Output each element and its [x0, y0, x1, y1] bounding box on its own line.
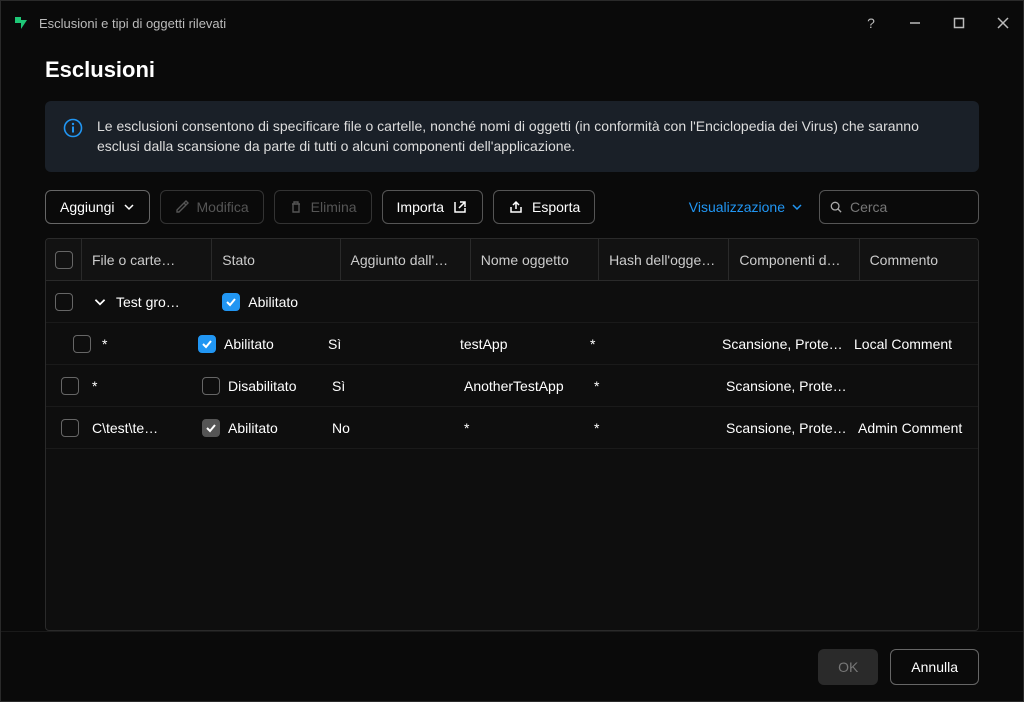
export-button[interactable]: Esporta	[493, 190, 595, 224]
search-field[interactable]	[819, 190, 979, 224]
cell-hash: *	[594, 420, 599, 436]
cell-hash: *	[590, 336, 595, 352]
select-all-column[interactable]	[46, 239, 82, 280]
cancel-button[interactable]: Annulla	[890, 649, 979, 685]
exclusions-table: File o carte… Stato Aggiunto dall'… Nome…	[45, 238, 979, 631]
info-banner: Le esclusioni consentono di specificare …	[45, 101, 979, 172]
status-checkbox[interactable]	[202, 377, 220, 395]
edit-button: Modifica	[160, 190, 264, 224]
app-logo-icon	[13, 15, 29, 31]
col-componenti[interactable]: Componenti d…	[729, 239, 859, 280]
cell-stato: Abilitato	[224, 336, 274, 352]
delete-button-label: Elimina	[311, 199, 357, 215]
cell-file: C\test\te…	[92, 420, 158, 436]
cell-aggiunto: Sì	[328, 336, 341, 352]
cell-aggiunto: Sì	[332, 378, 345, 394]
cell-file: *	[92, 378, 97, 394]
page-title: Esclusioni	[45, 57, 979, 83]
minimize-icon[interactable]	[907, 15, 923, 31]
content-area: Esclusioni Le esclusioni consentono di s…	[1, 45, 1023, 631]
footer: OK Annulla	[1, 631, 1023, 701]
window: Esclusioni e tipi di oggetti rilevati ? …	[0, 0, 1024, 702]
table-row[interactable]: C\test\te… Abilitato No * * Scansione, P…	[46, 407, 978, 449]
cell-comm: Local Comment	[854, 336, 952, 352]
delete-button: Elimina	[274, 190, 372, 224]
import-button[interactable]: Importa	[382, 190, 483, 224]
cell-file: Test gro…	[116, 294, 180, 310]
toolbar: Aggiungi Modifica Elimina Importa Esport…	[45, 190, 979, 224]
view-label: Visualizzazione	[689, 199, 785, 215]
window-title: Esclusioni e tipi di oggetti rilevati	[39, 16, 863, 31]
cell-nome: *	[464, 420, 469, 436]
cell-comp: Scansione, Prote…	[726, 420, 847, 436]
add-button-label: Aggiungi	[60, 199, 115, 215]
search-icon	[830, 200, 842, 214]
cell-comp: Scansione, Prote…	[726, 378, 847, 394]
chevron-down-icon[interactable]	[92, 294, 108, 310]
col-nome[interactable]: Nome oggetto	[471, 239, 599, 280]
cell-stato: Abilitato	[228, 420, 278, 436]
row-checkbox[interactable]	[73, 335, 91, 353]
maximize-icon[interactable]	[951, 15, 967, 31]
cell-comm: Admin Comment	[858, 420, 962, 436]
cell-nome: testApp	[460, 336, 507, 352]
col-stato[interactable]: Stato	[212, 239, 340, 280]
status-checkbox[interactable]	[202, 419, 220, 437]
row-checkbox[interactable]	[55, 293, 73, 311]
titlebar: Esclusioni e tipi di oggetti rilevati ?	[1, 1, 1023, 45]
import-icon	[452, 199, 468, 215]
col-file[interactable]: File o carte…	[82, 239, 212, 280]
pencil-icon	[175, 200, 189, 214]
view-dropdown[interactable]: Visualizzazione	[689, 199, 803, 215]
cell-file: *	[102, 336, 107, 352]
chevron-down-icon	[791, 201, 803, 213]
table-header: File o carte… Stato Aggiunto dall'… Nome…	[46, 239, 978, 281]
info-text: Le esclusioni consentono di specificare …	[97, 117, 961, 156]
col-hash[interactable]: Hash dell'ogge…	[599, 239, 729, 280]
cell-stato: Abilitato	[248, 294, 298, 310]
trash-icon	[289, 200, 303, 214]
status-checkbox[interactable]	[198, 335, 216, 353]
cell-hash: *	[594, 378, 599, 394]
export-button-label: Esporta	[532, 199, 580, 215]
cell-stato: Disabilitato	[228, 378, 296, 394]
edit-button-label: Modifica	[197, 199, 249, 215]
status-checkbox[interactable]	[222, 293, 240, 311]
add-button[interactable]: Aggiungi	[45, 190, 150, 224]
cell-nome: AnotherTestApp	[464, 378, 564, 394]
ok-button: OK	[818, 649, 878, 685]
chevron-down-icon	[123, 201, 135, 213]
import-button-label: Importa	[397, 199, 444, 215]
table-row[interactable]: * Abilitato Sì testApp * Scansione, Prot…	[46, 323, 978, 365]
cell-aggiunto: No	[332, 420, 350, 436]
row-checkbox[interactable]	[61, 419, 79, 437]
table-row[interactable]: Test gro… Abilitato	[46, 281, 978, 323]
close-icon[interactable]	[995, 15, 1011, 31]
col-commento[interactable]: Commento	[860, 239, 978, 280]
help-icon[interactable]: ?	[863, 15, 879, 31]
cell-comp: Scansione, Prote…	[722, 336, 843, 352]
info-icon	[63, 118, 83, 156]
search-input[interactable]	[850, 199, 968, 215]
export-icon	[508, 199, 524, 215]
table-row[interactable]: * Disabilitato Sì AnotherTestApp * Scans…	[46, 365, 978, 407]
row-checkbox[interactable]	[61, 377, 79, 395]
col-aggiunto[interactable]: Aggiunto dall'…	[341, 239, 471, 280]
select-all-checkbox[interactable]	[55, 251, 73, 269]
